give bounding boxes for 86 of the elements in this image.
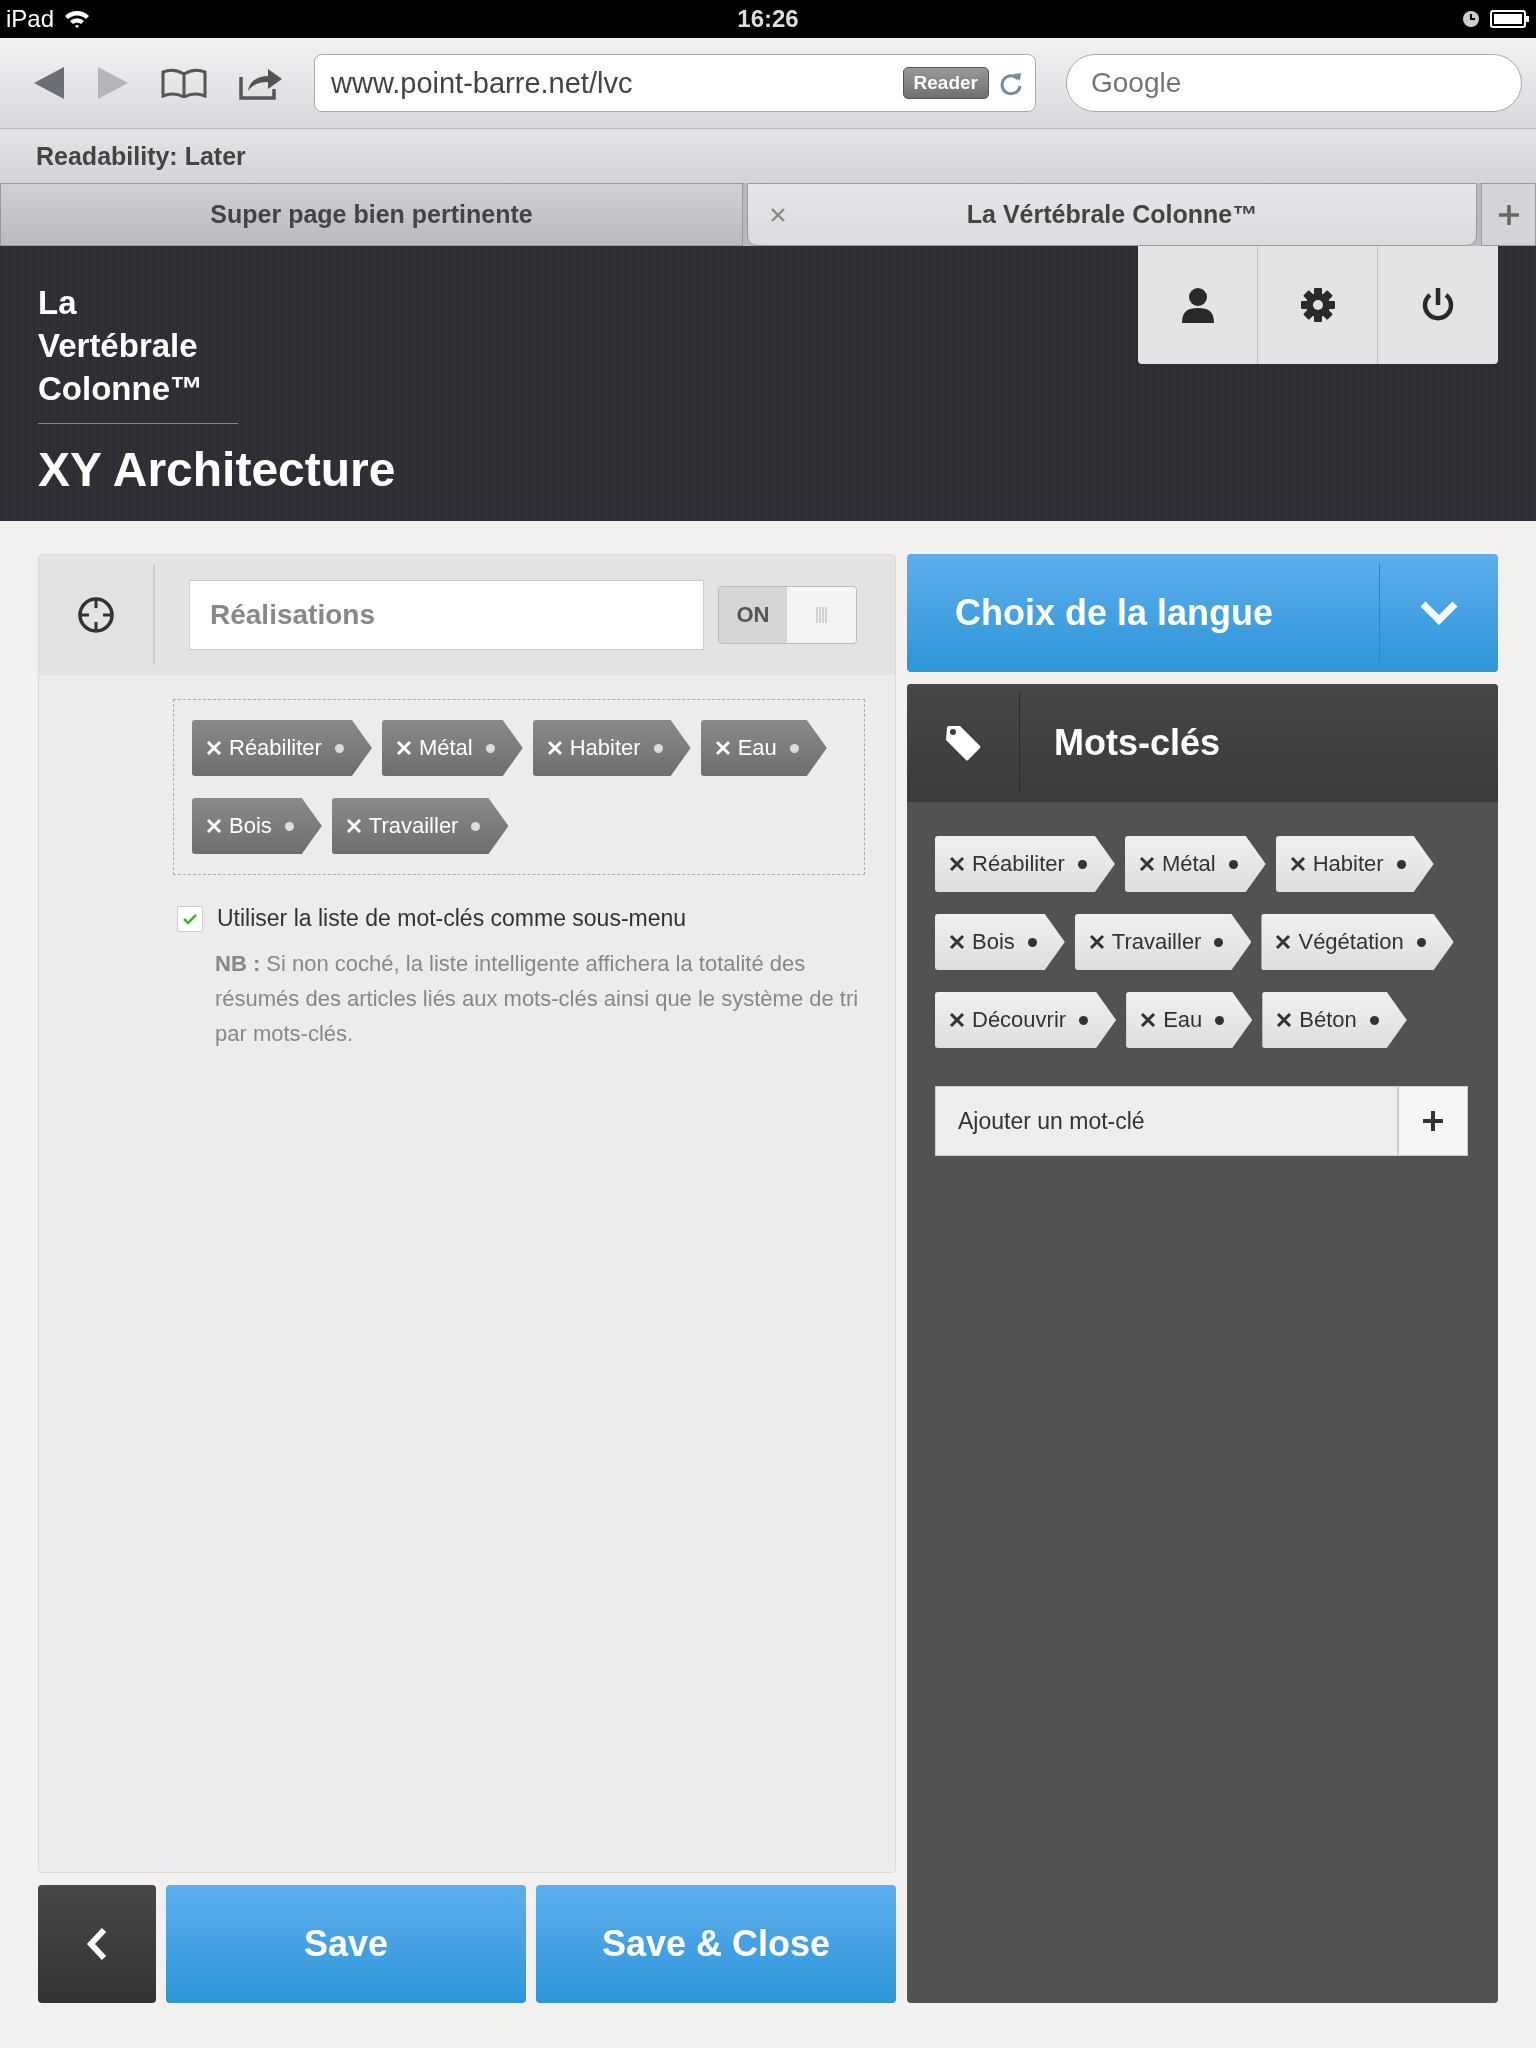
tag-label: Béton bbox=[1299, 1007, 1357, 1033]
tag-label: Métal bbox=[418, 735, 473, 761]
title-field[interactable]: Réalisations bbox=[189, 580, 704, 650]
keyword-tag[interactable]: Travailler bbox=[1074, 914, 1252, 970]
keyword-tag[interactable]: Réabiliter bbox=[192, 720, 372, 776]
browser-tab[interactable]: Super page bien pertinente bbox=[0, 183, 743, 246]
reader-button[interactable]: Reader bbox=[902, 67, 989, 99]
back-arrow-icon[interactable] bbox=[32, 65, 66, 101]
keyword-tag[interactable]: Bois bbox=[192, 798, 322, 854]
keyword-tag[interactable]: Bois bbox=[935, 914, 1065, 970]
keyword-tag[interactable]: Végétation bbox=[1261, 914, 1454, 970]
clock-icon bbox=[1462, 10, 1480, 28]
plus-icon bbox=[1422, 1110, 1444, 1132]
remove-icon[interactable] bbox=[949, 856, 965, 872]
remove-icon[interactable] bbox=[1138, 856, 1155, 872]
keyword-tag[interactable]: Métal bbox=[381, 720, 523, 776]
tag-hole-icon bbox=[1077, 859, 1087, 869]
tag-hole-icon bbox=[334, 743, 344, 753]
bookmarks-book-icon[interactable] bbox=[160, 68, 208, 98]
battery-icon bbox=[1490, 9, 1530, 29]
remove-icon[interactable] bbox=[1275, 934, 1292, 950]
note-text: NB : Si non coché, la liste intelligente affichera la totalité des résumés des articles liés aux mots-clés ainsi que le système de tri par mots-clés. bbox=[215, 950, 860, 1049]
checkbox[interactable] bbox=[177, 905, 203, 932]
tag-hole-icon bbox=[485, 743, 495, 753]
browser-tab[interactable]: La Vértébrale Colonne™ bbox=[747, 183, 1477, 246]
tag-hole-icon bbox=[789, 743, 799, 753]
remove-icon[interactable] bbox=[1289, 856, 1306, 872]
tag-label: Bois bbox=[972, 929, 1015, 955]
keyword-tag[interactable]: Habiter bbox=[532, 720, 691, 776]
keyword-tag[interactable]: Béton bbox=[1262, 992, 1407, 1048]
tag-hole-icon bbox=[1369, 1015, 1379, 1025]
tag-hole-icon bbox=[284, 821, 294, 831]
tag-label: Réabiliter bbox=[972, 851, 1065, 877]
keyword-tag[interactable]: Eau bbox=[1126, 992, 1253, 1048]
tag-label: Découvrir bbox=[972, 1007, 1067, 1033]
tag-hole-icon bbox=[1214, 937, 1224, 947]
crosshair-icon bbox=[76, 595, 116, 635]
remove-icon[interactable] bbox=[1088, 934, 1105, 950]
tag-hole-icon bbox=[1215, 1015, 1225, 1025]
tag-label: Métal bbox=[1161, 851, 1216, 877]
on-off-switch[interactable]: ON bbox=[718, 586, 857, 644]
tag-label: Végétation bbox=[1298, 929, 1404, 955]
keyword-tag[interactable]: Habiter bbox=[1275, 836, 1434, 892]
close-icon[interactable] bbox=[770, 206, 786, 223]
wifi-icon bbox=[64, 9, 91, 29]
add-button[interactable] bbox=[1398, 1086, 1468, 1156]
tag-icon bbox=[944, 724, 982, 762]
keyword-tag[interactable]: Métal bbox=[1124, 836, 1266, 892]
tag-hole-icon bbox=[1416, 937, 1426, 947]
panel-title: Mots-clés bbox=[1054, 722, 1221, 764]
tag-label: Travailler bbox=[1111, 929, 1202, 955]
grip-icon bbox=[815, 607, 828, 623]
tag-label: Eau bbox=[1163, 1007, 1203, 1033]
checkmark-icon bbox=[182, 911, 198, 926]
tag-label: Bois bbox=[229, 813, 272, 839]
tag-hole-icon bbox=[471, 821, 481, 831]
tag-hole-icon bbox=[1396, 859, 1406, 869]
tag-label: Réabiliter bbox=[229, 735, 322, 761]
tag-label: Habiter bbox=[569, 735, 641, 761]
keyword-tag[interactable]: Travailler bbox=[331, 798, 509, 854]
checkbox-label: Utiliser la liste de mot-clés comme sous-menu bbox=[217, 905, 687, 932]
remove-icon[interactable] bbox=[949, 1012, 965, 1028]
keyword-tag[interactable]: Réabiliter bbox=[935, 836, 1115, 892]
clock-time: 16:26 bbox=[737, 5, 799, 33]
tag-label: Travailler bbox=[368, 813, 459, 839]
remove-icon[interactable] bbox=[949, 934, 965, 950]
keyword-field[interactable]: Ajouter un mot-clé bbox=[935, 1086, 1398, 1156]
search-field[interactable]: Google bbox=[1066, 54, 1522, 112]
keyword-tag[interactable]: Eau bbox=[700, 720, 827, 776]
page-title: XY Architecture bbox=[38, 441, 396, 497]
device-name: iPad bbox=[6, 5, 55, 33]
tag-hole-icon bbox=[1027, 937, 1037, 947]
new-tab-button[interactable] bbox=[1481, 183, 1536, 246]
keyword-tag[interactable]: Découvrir bbox=[935, 992, 1117, 1048]
remove-icon[interactable] bbox=[1140, 1012, 1157, 1028]
chevron-down-icon bbox=[1419, 600, 1459, 626]
remove-icon[interactable] bbox=[1276, 1012, 1293, 1028]
site-title: La Vertébrale Colonne™ bbox=[38, 282, 238, 424]
plus-icon bbox=[1496, 202, 1521, 227]
tag-label: Eau bbox=[737, 735, 777, 761]
tag-label: Habiter bbox=[1312, 851, 1384, 877]
tag-hole-icon bbox=[653, 743, 663, 753]
bookmark-link[interactable]: Readability: Later bbox=[36, 141, 246, 171]
address-field[interactable]: www.point-barre.net/lvc Reader bbox=[314, 54, 1036, 112]
tag-hole-icon bbox=[1228, 859, 1238, 869]
tag-hole-icon bbox=[1079, 1015, 1089, 1025]
